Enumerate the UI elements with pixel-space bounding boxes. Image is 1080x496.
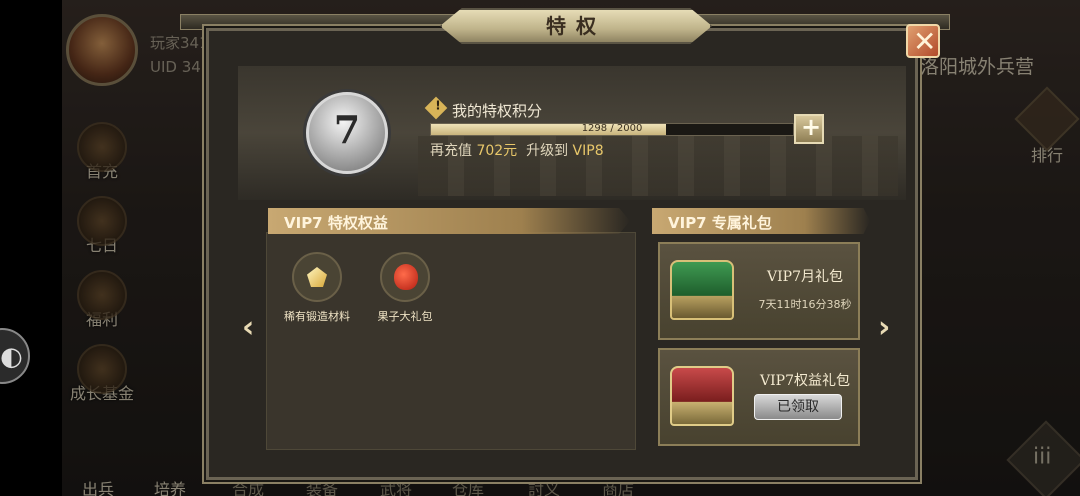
recharge-target-level: VIP8	[572, 143, 604, 159]
vip-level-number: 7	[333, 107, 361, 152]
benefit-label: 果子大礼包	[377, 310, 433, 323]
benefits-header: VIP7 特权权益	[268, 208, 630, 234]
pack-card-benefit[interactable]: VIP7权益礼包 已领取	[658, 348, 860, 446]
exclamation-icon: !	[435, 98, 441, 113]
close-button[interactable]: ✕	[906, 24, 940, 58]
vip-progress-bar: 1298 / 2000	[430, 123, 794, 136]
pack-name: VIP7权益礼包	[760, 373, 850, 389]
recharge-middle: 升级到	[526, 143, 569, 159]
recharge-hint: 再充值 702元 升级到 VIP8	[430, 140, 604, 160]
recharge-amount: 702元	[476, 143, 518, 159]
plus-icon: +	[801, 113, 822, 141]
benefit-item-fruit-pack[interactable]: 果子大礼包	[360, 252, 450, 324]
vip-level-medal: 7	[306, 92, 388, 174]
pack-name: VIP7月礼包	[767, 269, 843, 285]
red-chest-icon	[670, 366, 734, 426]
claimed-button[interactable]: 已领取	[754, 394, 842, 420]
recharge-plus-button[interactable]: +	[794, 113, 824, 144]
pack-card-monthly[interactable]: VIP7月礼包 7天11时16分38秒	[658, 242, 860, 340]
benefit-label: 稀有锻造材料	[284, 310, 350, 323]
chevron-left-icon: ‹	[242, 310, 255, 345]
fruit-bag-icon	[380, 252, 430, 302]
chevron-right-icon: ›	[878, 310, 891, 345]
benefits-header-text: VIP7 特权权益	[284, 214, 388, 232]
floating-assist-icon: ◐	[0, 342, 23, 372]
green-chest-icon	[670, 260, 734, 320]
dialog-title: 特权	[546, 14, 606, 38]
next-page-arrow[interactable]: ›	[878, 310, 902, 345]
gem-shape	[307, 267, 327, 287]
packs-header-text: VIP7 专属礼包	[668, 214, 772, 232]
left-black-strip	[0, 0, 62, 496]
benefit-item-forging[interactable]: 稀有锻造材料	[272, 252, 362, 324]
close-icon: ✕	[913, 25, 937, 58]
dialog-title-plate: 特权	[440, 8, 712, 44]
gem-icon	[292, 252, 342, 302]
recharge-prefix: 再充值	[430, 143, 472, 159]
pack-timer: 7天11时16分38秒	[758, 298, 852, 311]
bag-shape	[394, 264, 418, 290]
prev-page-arrow[interactable]: ‹	[242, 310, 266, 345]
packs-header: VIP7 专属礼包	[652, 208, 870, 234]
vip-progress-text: 1298 / 2000	[581, 123, 643, 134]
points-title: 我的特权积分	[452, 102, 543, 120]
